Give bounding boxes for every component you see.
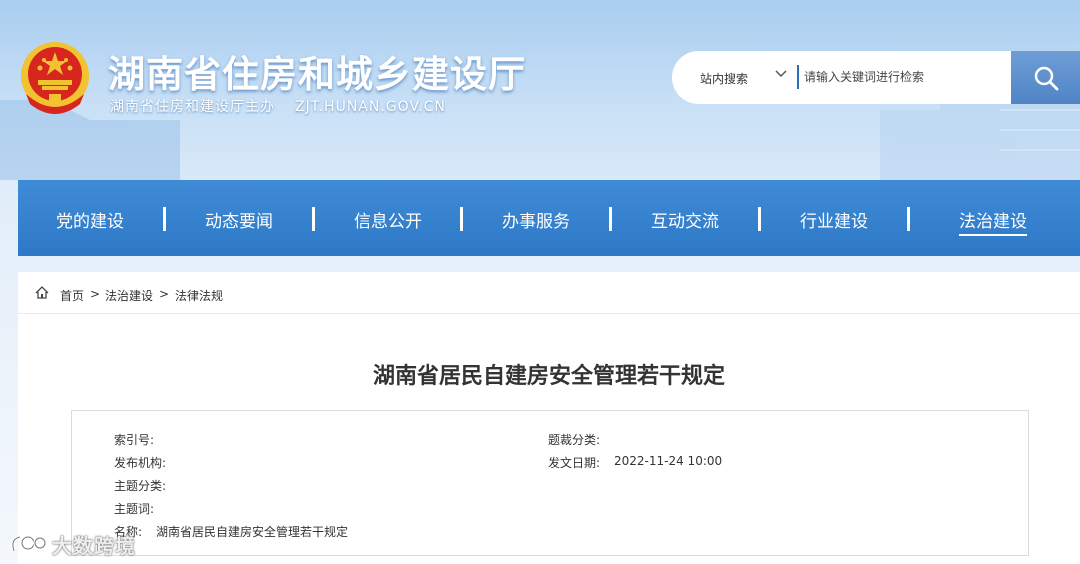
watermark: 大数跨境 xyxy=(8,530,136,558)
site-domain: ZJT.HUNAN.GOV.CN xyxy=(295,99,446,115)
breadcrumb-rule-of-law[interactable]: 法治建设 xyxy=(105,287,153,304)
meta-date-label: 发文日期: xyxy=(548,456,601,470)
meta-keywords-label: 主题词: xyxy=(114,502,155,516)
site-title: 湖南省住房和城乡建设厅 xyxy=(108,53,526,96)
meta-topic-label: 主题分类: xyxy=(114,479,167,493)
meta-index-label: 索引号: xyxy=(114,433,155,447)
meta-category-label: 题裁分类: xyxy=(548,433,601,447)
breadcrumb-laws[interactable]: 法律法规 xyxy=(175,287,223,304)
breadcrumb-separator: > xyxy=(90,287,101,301)
nav-separator xyxy=(163,207,166,231)
search-button[interactable] xyxy=(1011,51,1080,104)
national-emblem-logo xyxy=(21,42,89,114)
nav-item-industry[interactable]: 行业建设 xyxy=(800,207,868,232)
meta-date-value: 2022-11-24 10:00 xyxy=(614,454,723,468)
nav-separator xyxy=(609,207,612,231)
breadcrumb-separator: > xyxy=(159,287,170,301)
main-nav: 党的建设 动态要闻 信息公开 办事服务 互动交流 行业建设 法治建设 xyxy=(18,180,1080,256)
nav-item-interaction[interactable]: 互动交流 xyxy=(651,207,719,232)
nav-item-news[interactable]: 动态要闻 xyxy=(205,207,273,232)
breadcrumb-home[interactable]: 首页 xyxy=(60,287,84,304)
nav-item-party-building[interactable]: 党的建设 xyxy=(56,207,124,232)
chevron-down-icon[interactable] xyxy=(774,67,788,81)
nav-item-disclosure[interactable]: 信息公开 xyxy=(354,207,422,232)
site-subtitle: 湖南省住房和建设厅主办 ZJT.HUNAN.GOV.CN xyxy=(110,96,446,116)
breadcrumb: 首页 > 法治建设 > 法律法规 xyxy=(18,272,1080,314)
search-input[interactable] xyxy=(804,63,1004,91)
search-scope-dropdown[interactable]: 站内搜索 xyxy=(700,70,748,87)
search-icon xyxy=(1034,66,1058,90)
nav-separator xyxy=(460,207,463,231)
site-header: 湖南省住房和城乡建设厅 湖南省住房和建设厅主办 ZJT.HUNAN.GOV.CN … xyxy=(0,0,1080,180)
search-bar: 站内搜索 xyxy=(672,51,1080,104)
document-metadata-box: 索引号: 题裁分类: 发布机构: 发文日期: 2022-11-24 10:00 … xyxy=(71,410,1029,556)
content-panel: 湖南省居民自建房安全管理若干规定 索引号: 题裁分类: 发布机构: 发文日期: … xyxy=(18,314,1080,564)
meta-publisher-label: 发布机构: xyxy=(114,456,167,470)
nav-separator xyxy=(758,207,761,231)
search-divider xyxy=(797,65,799,89)
nav-separator xyxy=(907,207,910,231)
nav-item-services[interactable]: 办事服务 xyxy=(502,207,570,232)
home-icon[interactable] xyxy=(35,286,49,299)
meta-name-value: 湖南省居民自建房安全管理若干规定 xyxy=(156,525,349,539)
site-organizer: 湖南省住房和建设厅主办 xyxy=(110,99,275,115)
watermark-logo-icon xyxy=(11,535,47,552)
article-title: 湖南省居民自建房安全管理若干规定 xyxy=(372,364,725,389)
watermark-text: 大数跨境 xyxy=(52,533,136,558)
nav-item-rule-of-law[interactable]: 法治建设 xyxy=(959,207,1027,236)
nav-separator xyxy=(312,207,315,231)
